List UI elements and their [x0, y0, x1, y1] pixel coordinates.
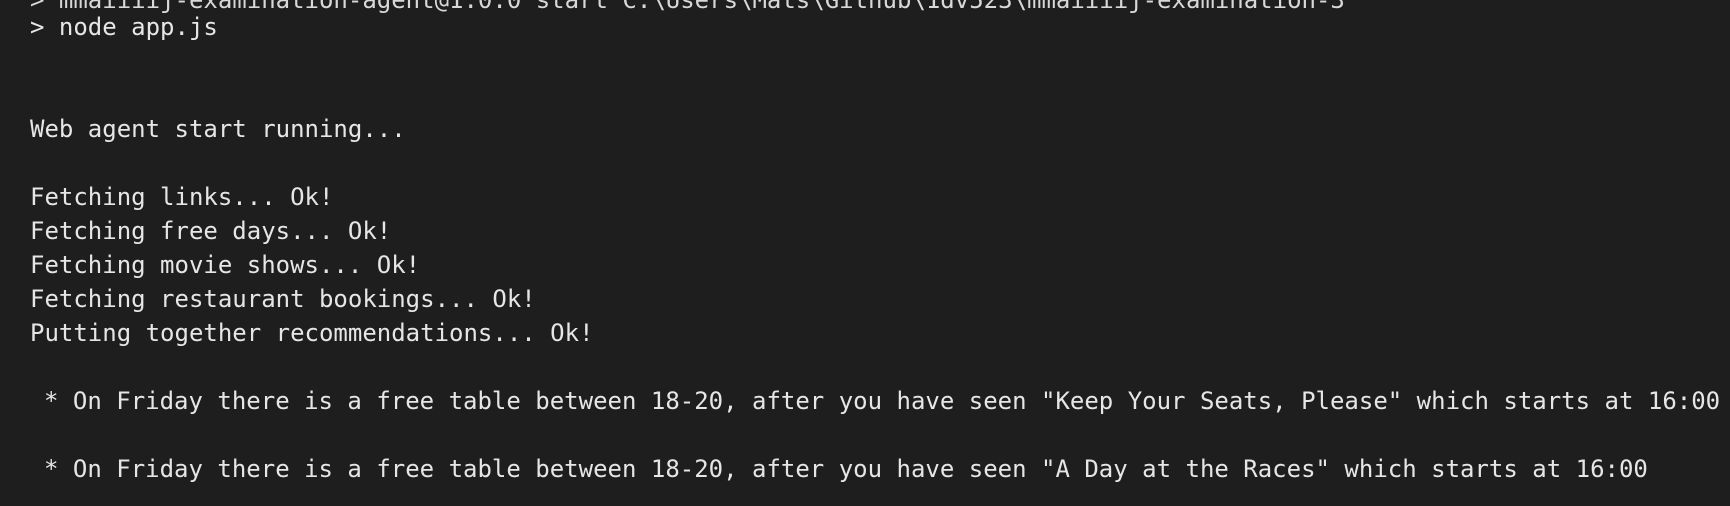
- step-line: Fetching restaurant bookings... Ok!: [30, 285, 536, 313]
- step-line: Fetching links... Ok!: [30, 183, 334, 211]
- step-line: Putting together recommendations... Ok!: [30, 319, 594, 347]
- previous-output-line: > mmaiiiij-examination-agent@1.0.0 start…: [30, 0, 1345, 14]
- step-line: Fetching movie shows... Ok!: [30, 251, 421, 279]
- recommendation-line: * On Friday there is a free table betwee…: [44, 387, 1721, 415]
- terminal-output[interactable]: > mmaiiiij-examination-agent@1.0.0 start…: [0, 0, 1730, 506]
- status-start-line: Web agent start running...: [30, 115, 406, 143]
- step-line: Fetching free days... Ok!: [30, 217, 392, 245]
- command-line: > node app.js: [30, 13, 218, 41]
- recommendation-line: * On Friday there is a free table betwee…: [44, 455, 1648, 483]
